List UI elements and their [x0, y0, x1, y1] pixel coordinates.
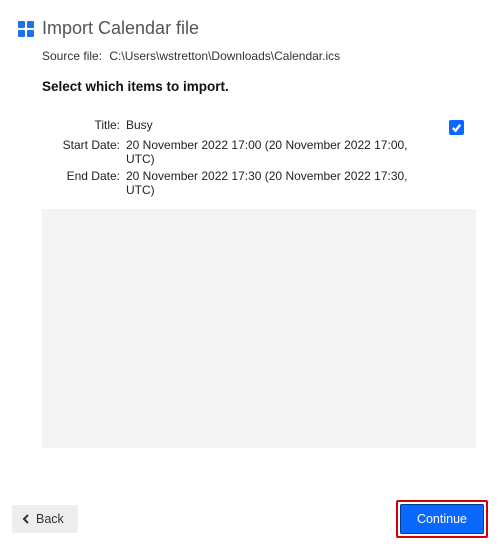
back-button-label: Back	[36, 512, 64, 526]
source-file-path: C:\Users\wstretton\Downloads\Calendar.ic…	[109, 49, 340, 63]
back-button[interactable]: Back	[12, 505, 78, 533]
source-file-row: Source file: C:\Users\wstretton\Download…	[42, 49, 482, 63]
item-title-label: Title:	[54, 118, 126, 132]
calendar-app-icon	[18, 21, 34, 37]
chevron-left-icon	[20, 513, 32, 525]
item-start-label: Start Date:	[54, 138, 126, 152]
item-start-value: 20 November 2022 17:00 (20 November 2022…	[126, 138, 434, 166]
check-icon	[451, 122, 462, 133]
import-item: Title: Busy Start Date: 20 November 2022…	[42, 108, 476, 210]
continue-button[interactable]: Continue	[400, 504, 484, 534]
source-file-label: Source file:	[42, 49, 102, 63]
instruction-text: Select which items to import.	[42, 79, 482, 94]
items-panel[interactable]: Title: Busy Start Date: 20 November 2022…	[42, 108, 476, 448]
header: Import Calendar file	[18, 18, 482, 39]
item-checkbox[interactable]	[449, 120, 464, 135]
page-title: Import Calendar file	[42, 18, 199, 39]
item-end-label: End Date:	[54, 169, 126, 183]
footer: Back Continue	[12, 500, 488, 538]
item-title-value: Busy	[126, 118, 434, 132]
continue-highlight: Continue	[396, 500, 488, 538]
item-end-value: 20 November 2022 17:30 (20 November 2022…	[126, 169, 434, 197]
